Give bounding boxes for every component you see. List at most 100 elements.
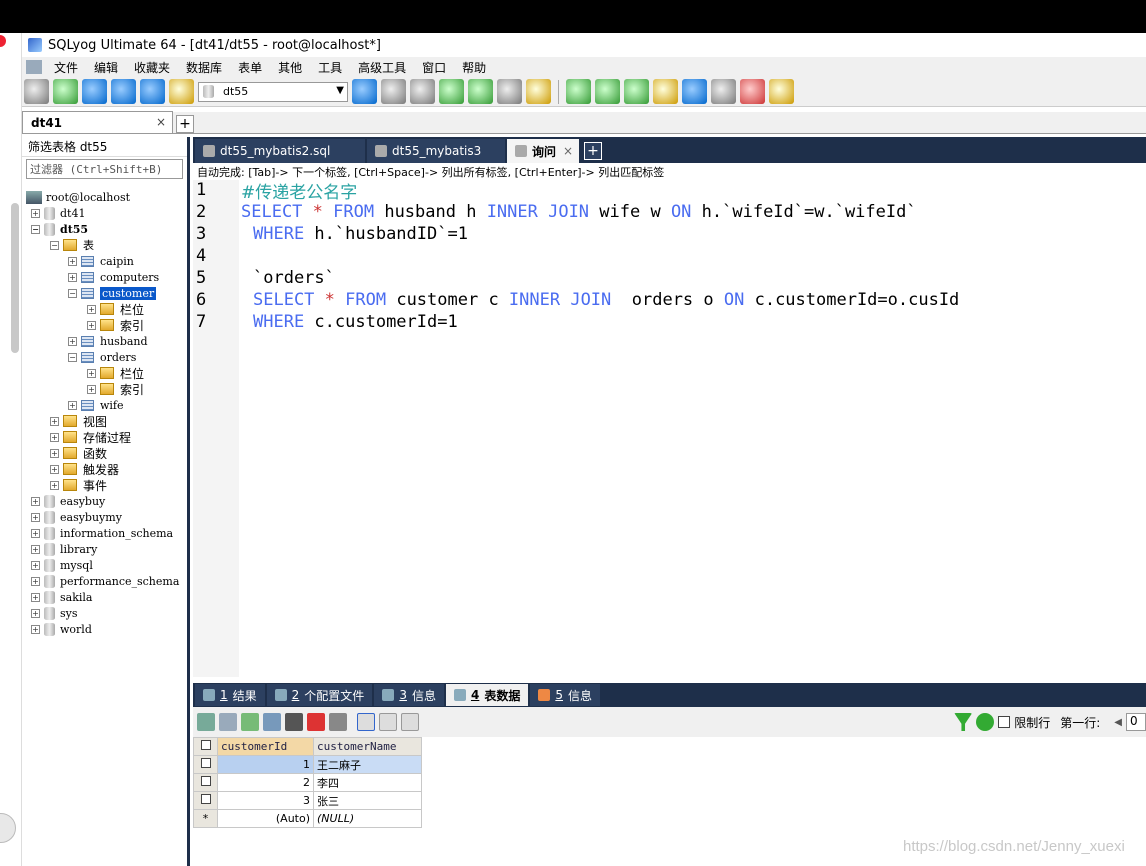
floating-app-icon[interactable] <box>0 813 16 843</box>
tree-functions[interactable]: + 函数 <box>50 445 107 461</box>
tree-table-wife[interactable]: + wife <box>68 397 124 413</box>
cell-customername[interactable]: (NULL) <box>313 809 422 828</box>
cell-customername[interactable]: 王二麻子 <box>313 755 422 774</box>
tree-events[interactable]: + 事件 <box>50 477 107 493</box>
new-query-icon[interactable] <box>53 79 78 104</box>
cell-customername[interactable]: 张三 <box>313 791 422 810</box>
expand-icon[interactable]: + <box>31 512 40 522</box>
tree-db-sys[interactable]: + sys <box>31 605 78 621</box>
tree-orders-indexes[interactable]: + 索引 <box>87 381 144 397</box>
tree-db-world[interactable]: + world <box>31 621 92 637</box>
expand-icon[interactable]: + <box>50 448 59 458</box>
tree-table-computers[interactable]: + computers <box>68 269 159 285</box>
row-checkbox-cell[interactable] <box>193 791 218 810</box>
expand-icon[interactable]: + <box>31 560 40 570</box>
expand-icon[interactable]: + <box>87 368 96 378</box>
tab-info[interactable]: 3 信息 <box>374 684 444 706</box>
execute-query-icon[interactable] <box>82 79 107 104</box>
expand-icon[interactable]: + <box>87 320 96 330</box>
expand-icon[interactable]: + <box>31 208 40 218</box>
tree-table-husband[interactable]: + husband <box>68 333 148 349</box>
tab-result[interactable]: 1 结果 <box>195 684 265 706</box>
export-icon[interactable] <box>468 79 493 104</box>
tab-connection-dt41[interactable]: dt41 × <box>22 111 173 133</box>
tree-db-dt41[interactable]: + dt41 <box>31 205 85 221</box>
expand-icon[interactable]: + <box>87 304 96 314</box>
import-icon[interactable] <box>439 79 464 104</box>
select-all-cell[interactable] <box>193 737 218 756</box>
backup-icon[interactable] <box>381 79 406 104</box>
outer-scrollbar[interactable] <box>11 203 19 353</box>
expand-icon[interactable]: + <box>68 400 77 410</box>
tree-db-dt55[interactable]: − dt55 <box>31 221 88 237</box>
cell-customername[interactable]: 李四 <box>313 773 422 792</box>
tab-profiles[interactable]: 2 个配置文件 <box>266 684 373 706</box>
tree-db-mysql[interactable]: + mysql <box>31 557 93 573</box>
compare-icon[interactable] <box>624 79 649 104</box>
cell-customerid[interactable]: (Auto) <box>217 809 314 828</box>
export-results-icon[interactable] <box>219 713 237 731</box>
duplicate-row-icon[interactable] <box>263 713 281 731</box>
menu-other[interactable]: 其他 <box>270 59 310 76</box>
user-manager-icon[interactable] <box>352 79 377 104</box>
form-view-icon[interactable] <box>379 713 397 731</box>
expand-icon[interactable]: + <box>31 528 40 538</box>
execute-all-icon[interactable] <box>111 79 136 104</box>
row-checkbox-cell[interactable] <box>193 773 218 792</box>
row-checkbox[interactable] <box>200 794 211 804</box>
restore-icon[interactable] <box>410 79 435 104</box>
filter-icon[interactable] <box>954 713 973 731</box>
expand-icon[interactable]: + <box>31 496 40 506</box>
expand-icon[interactable]: + <box>50 464 59 474</box>
expand-icon[interactable]: + <box>68 256 77 266</box>
expand-icon[interactable]: + <box>31 624 40 634</box>
schema-icon[interactable] <box>526 79 551 104</box>
row-checkbox[interactable] <box>200 776 211 786</box>
first-row-input[interactable]: 0 <box>1126 713 1146 731</box>
structure-icon[interactable] <box>769 79 794 104</box>
expand-icon[interactable]: + <box>50 432 59 442</box>
filter-input[interactable]: 过滤器 (Ctrl+Shift+B) <box>26 159 183 179</box>
expand-icon[interactable]: + <box>87 384 96 394</box>
tree-table-orders[interactable]: − orders <box>68 349 136 365</box>
cell-customerid[interactable]: 3 <box>217 791 314 810</box>
expand-icon[interactable]: + <box>31 608 40 618</box>
refresh-icon[interactable] <box>976 713 995 731</box>
menu-tools[interactable]: 工具 <box>310 59 350 76</box>
save-icon[interactable] <box>285 713 303 731</box>
tab-query[interactable]: 询问 × <box>507 139 579 163</box>
tab-dt55-mybatis3[interactable]: dt55_mybatis3 <box>367 139 505 163</box>
tree-db-library[interactable]: + library <box>31 541 97 557</box>
tree-tables-folder[interactable]: − 表 <box>50 237 94 253</box>
schema-designer-icon[interactable] <box>711 79 736 104</box>
add-row-icon[interactable] <box>241 713 259 731</box>
expand-icon[interactable]: + <box>50 416 59 426</box>
menu-file[interactable]: 文件 <box>46 59 86 76</box>
tree-triggers[interactable]: + 触发器 <box>50 461 119 477</box>
window-menu-icon[interactable] <box>26 60 42 74</box>
copy-db-icon[interactable] <box>595 79 620 104</box>
menu-table[interactable]: 表单 <box>230 59 270 76</box>
cell-customerid[interactable]: 1 <box>217 755 314 774</box>
expand-icon[interactable]: + <box>68 272 77 282</box>
query-builder-icon[interactable] <box>682 79 707 104</box>
add-connection-icon[interactable]: + <box>176 115 194 133</box>
collapse-icon[interactable]: − <box>31 224 40 234</box>
table-row[interactable]: 2 李四 <box>193 773 422 792</box>
expand-icon[interactable]: + <box>31 592 40 602</box>
menu-edit[interactable]: 编辑 <box>86 59 126 76</box>
column-header-customerid[interactable]: customerId <box>217 737 314 756</box>
refresh-icon[interactable] <box>140 79 165 104</box>
expand-icon[interactable]: + <box>68 336 77 346</box>
expand-icon[interactable]: + <box>31 576 40 586</box>
tree-customer-indexes[interactable]: + 索引 <box>87 317 144 333</box>
grid-view-icon[interactable] <box>357 713 375 731</box>
tree-table-caipin[interactable]: + caipin <box>68 253 134 269</box>
new-connection-icon[interactable] <box>24 79 49 104</box>
menu-favorites[interactable]: 收藏夹 <box>126 59 178 76</box>
limit-rows-checkbox[interactable] <box>998 716 1011 728</box>
collapse-icon[interactable]: − <box>68 352 77 362</box>
tree-orders-columns[interactable]: + 栏位 <box>87 365 144 381</box>
database-select[interactable]: dt55 ▼ <box>198 81 348 102</box>
profiler-icon[interactable] <box>740 79 765 104</box>
